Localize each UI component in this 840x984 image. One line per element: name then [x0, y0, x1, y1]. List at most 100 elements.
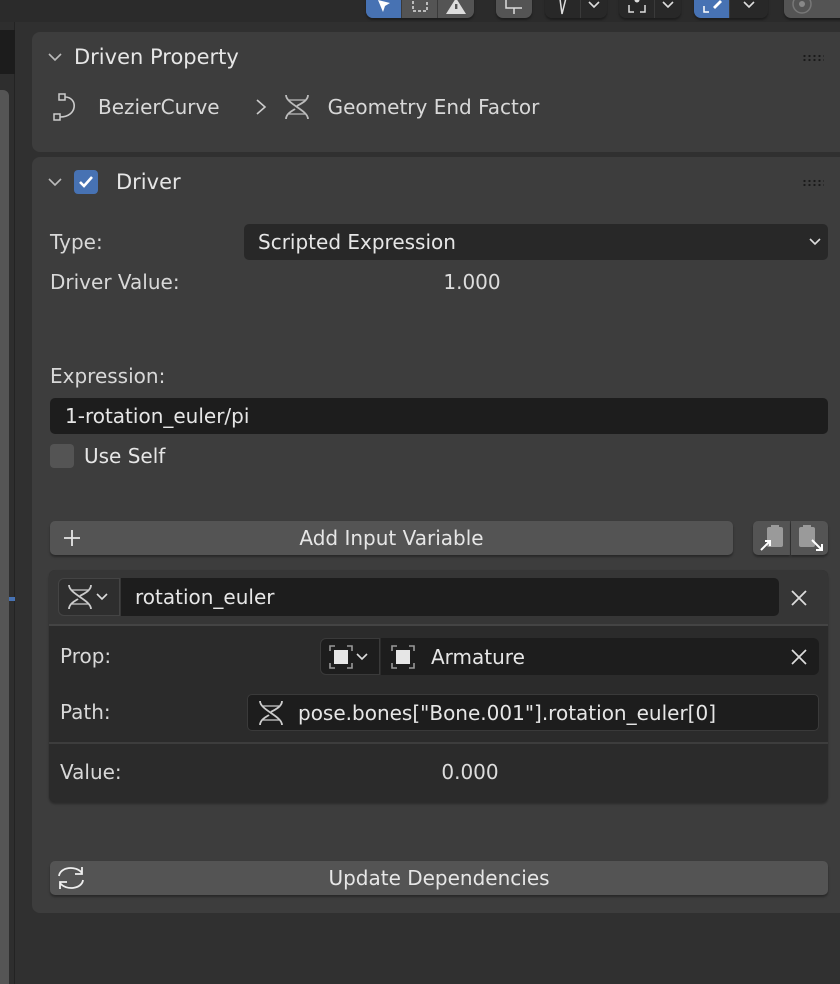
plus-icon: [64, 530, 80, 546]
proportional-edit-group: [784, 0, 840, 18]
tweak-select-icon: [377, 0, 390, 12]
type-label: Type:: [50, 230, 103, 254]
transform-button[interactable]: [496, 0, 532, 18]
left-region-scrollbar[interactable]: [0, 90, 9, 984]
current-frame-marker: [9, 597, 15, 601]
expression-input[interactable]: 1-rotation_euler/pi: [50, 398, 828, 434]
left-region-header: [0, 30, 15, 74]
add-input-variable-label: Add Input Variable: [299, 526, 484, 550]
driven-property-header[interactable]: Driven Property: [32, 32, 840, 82]
update-dependencies-label: Update Dependencies: [328, 866, 550, 890]
box-select-icon: [411, 1, 428, 12]
chevron-down-icon: [356, 652, 368, 660]
chevron-down-icon: [48, 53, 62, 62]
curve-icon: [53, 93, 75, 121]
warning-icon: [446, 0, 466, 14]
snap-target-group: [619, 0, 681, 18]
use-self-row: Use Self: [50, 443, 840, 469]
pivot-button[interactable]: [545, 0, 581, 18]
driver-value-label: Driver Value:: [50, 270, 180, 294]
drag-grip-icon[interactable]: [802, 179, 824, 187]
driver-panel: Driver Type: Scripted Expression Driver …: [32, 157, 840, 913]
variable-type-dropdown[interactable]: [58, 578, 120, 616]
select-mode-group: [366, 0, 474, 18]
update-dependencies-button[interactable]: Update Dependencies: [50, 861, 828, 895]
id-name: Armature: [431, 644, 525, 669]
pivot-icon: [558, 0, 566, 15]
snap-toggle[interactable]: [694, 0, 730, 18]
prop-label: Prop:: [60, 644, 112, 668]
driver-variable: rotation_euler Prop: Armature Path: pose…: [49, 570, 828, 802]
variable-name-input[interactable]: rotation_euler: [121, 578, 779, 616]
update-dependencies-row: Update Dependencies: [50, 860, 840, 896]
snap-target-icon: [627, 0, 646, 13]
chevron-down-icon: [588, 1, 600, 9]
expression-label: Expression:: [50, 364, 166, 388]
refresh-icon: [58, 867, 84, 889]
left-region-edge: [0, 22, 15, 984]
path-label: Path:: [60, 700, 111, 724]
pivot-group: [545, 0, 607, 18]
use-self-checkbox[interactable]: [50, 444, 74, 468]
rna-icon: [68, 584, 92, 610]
property-name: Geometry End Factor: [327, 95, 540, 119]
paste-from-clipboard-icon: [798, 525, 823, 551]
pivot-dropdown[interactable]: [581, 0, 607, 18]
path-input[interactable]: pose.bones["Bone.001"].rotation_euler[0]: [247, 694, 819, 731]
chevron-right-icon: [256, 99, 266, 115]
divider: [49, 742, 828, 744]
type-dropdown[interactable]: Scripted Expression: [244, 224, 828, 260]
object-name: BezierCurve: [98, 95, 220, 119]
driven-property-panel: Driven Property BezierCurve Geometry End…: [32, 32, 840, 152]
paste-variables-button[interactable]: [791, 521, 828, 555]
snap-icon: [702, 0, 722, 13]
type-row: Type: Scripted Expression: [50, 224, 840, 260]
warning-button[interactable]: [438, 0, 474, 18]
expression-value: 1-rotation_euler/pi: [65, 404, 250, 428]
driver-value-row: Driver Value: 1.000: [50, 267, 840, 297]
driver-header[interactable]: Driver: [32, 157, 840, 207]
breadcrumb: BezierCurve Geometry End Factor: [32, 82, 840, 132]
panel-title: Driver: [116, 170, 181, 194]
driver-enabled-checkbox[interactable]: [74, 170, 98, 194]
path-value: pose.bones["Bone.001"].rotation_euler[0]: [298, 700, 716, 725]
variable-value: 0.000: [441, 760, 499, 784]
drag-grip-icon[interactable]: [802, 54, 824, 62]
rna-icon: [284, 94, 309, 120]
chevron-down-icon: [96, 593, 108, 601]
id-type-dropdown[interactable]: [320, 638, 380, 675]
box-select-button[interactable]: [402, 0, 438, 18]
object-icon: [391, 644, 415, 669]
variable-name: rotation_euler: [135, 585, 275, 609]
chevron-down-icon: [662, 1, 674, 9]
copy-to-clipboard-icon: [759, 525, 783, 551]
view-transform-group: [496, 0, 532, 18]
tweak-select-button[interactable]: [366, 0, 402, 18]
expression-row: 1-rotation_euler/pi: [50, 398, 840, 434]
add-variable-row: Add Input Variable: [50, 520, 840, 556]
close-icon[interactable]: [788, 587, 810, 609]
id-selector[interactable]: Armature: [381, 638, 819, 675]
type-value: Scripted Expression: [258, 230, 456, 254]
checkmark-icon: [79, 176, 93, 188]
proportional-edit-icon: [792, 0, 812, 14]
value-label: Value:: [60, 760, 122, 784]
chevron-down-icon: [809, 238, 821, 246]
add-input-variable-button[interactable]: Add Input Variable: [50, 521, 733, 555]
snap-group: [694, 0, 768, 18]
expression-label-row: Expression:: [50, 361, 840, 391]
rna-icon: [259, 700, 283, 725]
variable-clipboard-group: [753, 521, 828, 555]
copy-variables-button[interactable]: [753, 521, 790, 555]
object-icon: [329, 644, 353, 669]
header-toolbar: [0, 0, 840, 22]
snap-dropdown[interactable]: [730, 0, 768, 18]
clear-id-icon[interactable]: [789, 647, 809, 667]
snap-target-button[interactable]: [619, 0, 655, 18]
chevron-down-icon: [743, 1, 755, 9]
proportional-edit-toggle[interactable]: [784, 0, 820, 18]
use-self-label: Use Self: [84, 444, 166, 468]
snap-target-dropdown[interactable]: [655, 0, 681, 18]
driver-value: 1.000: [443, 270, 501, 294]
transform-icon: [505, 0, 522, 14]
